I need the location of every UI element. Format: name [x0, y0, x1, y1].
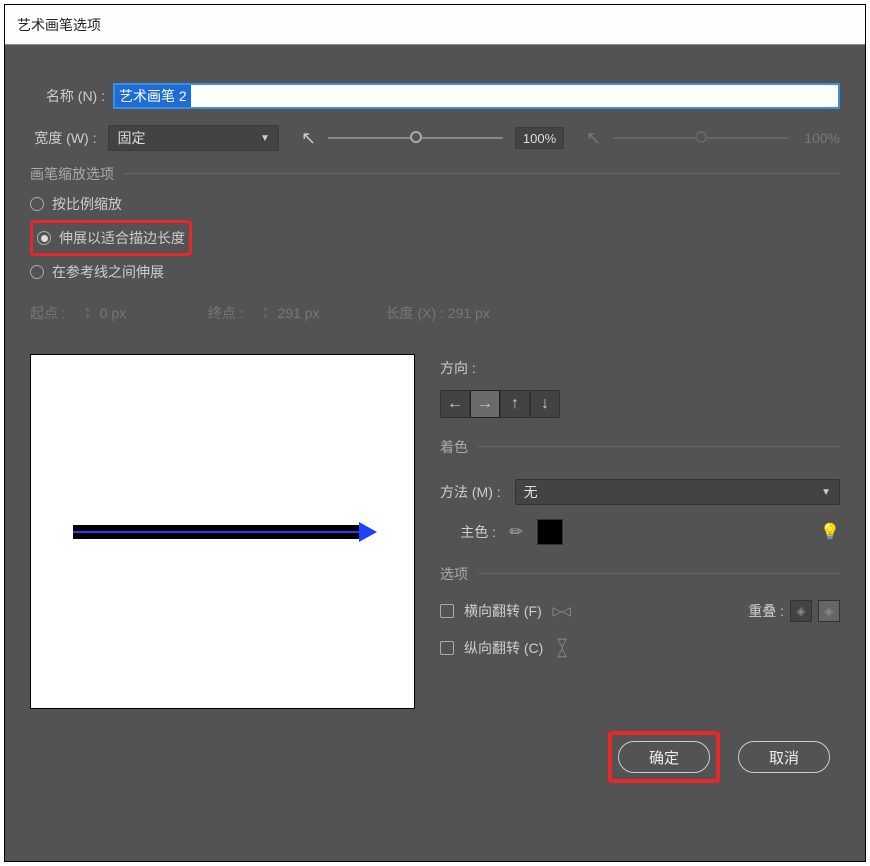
- flip-v-checkbox[interactable]: [440, 641, 454, 655]
- width-mode-select[interactable]: 固定 ▼: [108, 125, 278, 151]
- radio-proportional-label: 按比例缩放: [52, 194, 122, 214]
- width-label: 宽度 (W) :: [30, 128, 96, 148]
- name-label: 名称 (N) :: [30, 86, 105, 106]
- scale-options-group: 画笔缩放选项 按比例缩放 伸展以适合描边长度 在参考线之间伸展 起点 : ▲▼: [30, 173, 840, 324]
- span-inputs: 起点 : ▲▼ 0 px 终点 : ▲▼ 291 px 长度 (X) : 291…: [30, 302, 840, 324]
- width-value-2: 100%: [800, 130, 840, 146]
- coloring-title: 着色: [440, 437, 478, 457]
- chevron-down-icon: ▼: [260, 133, 270, 144]
- maincolor-label: 主色 :: [440, 522, 496, 542]
- overlap-btn-2[interactable]: ◈: [818, 600, 840, 622]
- width-value-1[interactable]: 100%: [515, 127, 564, 149]
- color-swatch[interactable]: [537, 519, 563, 545]
- name-value: 艺术画笔 2: [115, 85, 191, 107]
- cursor-icon-2: ↖: [586, 128, 601, 149]
- dir-up-button[interactable]: ↑: [500, 390, 530, 418]
- ok-highlight: 确定: [608, 731, 720, 783]
- dir-down-button[interactable]: ↓: [530, 390, 560, 418]
- eyedropper-icon[interactable]: ✎: [505, 520, 529, 544]
- options-group: 选项 横向翻转 (F) ▷◁ 重叠 : ◈ ◈ 纵向翻转 (C): [440, 573, 840, 666]
- cancel-button[interactable]: 取消: [738, 741, 830, 773]
- radio-guides-label: 在参考线之间伸展: [52, 262, 164, 282]
- ok-button[interactable]: 确定: [618, 741, 710, 773]
- width-slider-1[interactable]: [328, 137, 503, 139]
- method-label: 方法 (M) :: [440, 482, 501, 502]
- chevron-down-icon: ▼: [821, 487, 831, 498]
- flip-h-checkbox[interactable]: [440, 604, 454, 618]
- method-select[interactable]: 无 ▼: [515, 479, 840, 505]
- direction-group: 方向 : ← → ↑ ↓: [440, 354, 840, 418]
- width-slider-2: [613, 137, 788, 139]
- length-label: 长度 (X) : 291 px: [386, 303, 490, 323]
- flip-v-label: 纵向翻转 (C): [464, 638, 543, 658]
- overlap-label: 重叠 :: [748, 601, 784, 621]
- flip-h-icon: ▷◁: [552, 601, 572, 621]
- radio-proportional[interactable]: 按比例缩放: [30, 188, 840, 220]
- highlighted-radio: 伸展以适合描边长度: [30, 220, 192, 256]
- scale-group-title: 画笔缩放选项: [30, 164, 124, 184]
- radio-stretch[interactable]: 伸展以适合描边长度: [37, 225, 185, 251]
- end-value: 291 px: [278, 302, 368, 324]
- direction-title: 方向 :: [440, 358, 840, 378]
- preview-pane: [30, 354, 415, 709]
- end-label: 终点 :: [208, 303, 244, 323]
- dialog-body: 名称 (N) : 艺术画笔 2 宽度 (W) : 固定 ▼ ↖ 100% ↖ 1…: [5, 45, 865, 861]
- dir-left-button[interactable]: ←: [440, 390, 470, 418]
- titlebar: 艺术画笔选项: [5, 5, 865, 45]
- dialog-footer: 确定 取消: [30, 709, 840, 783]
- name-input[interactable]: 艺术画笔 2: [113, 83, 840, 109]
- dialog-title: 艺术画笔选项: [17, 15, 101, 35]
- bulb-icon[interactable]: 💡: [820, 522, 840, 542]
- method-value: 无: [524, 482, 538, 502]
- end-input: ▲▼ 291 px: [262, 302, 368, 324]
- start-value: 0 px: [100, 302, 190, 324]
- start-label: 起点 :: [30, 303, 66, 323]
- start-input: ▲▼ 0 px: [84, 302, 190, 324]
- width-mode-value: 固定: [117, 128, 145, 148]
- coloring-group: 着色 方法 (M) : 无 ▼ 主色 : ✎ 💡: [440, 446, 840, 545]
- cursor-icon: ↖: [301, 128, 316, 149]
- overlap-btn-1[interactable]: ◈: [790, 600, 812, 622]
- flip-v-icon: ▷◁: [553, 638, 573, 658]
- preview-arrow: [73, 525, 373, 539]
- radio-stretch-label: 伸展以适合描边长度: [59, 228, 185, 248]
- dir-right-button[interactable]: →: [470, 390, 500, 418]
- options-title: 选项: [440, 564, 478, 584]
- radio-guides[interactable]: 在参考线之间伸展: [30, 256, 840, 288]
- flip-h-label: 横向翻转 (F): [464, 601, 542, 621]
